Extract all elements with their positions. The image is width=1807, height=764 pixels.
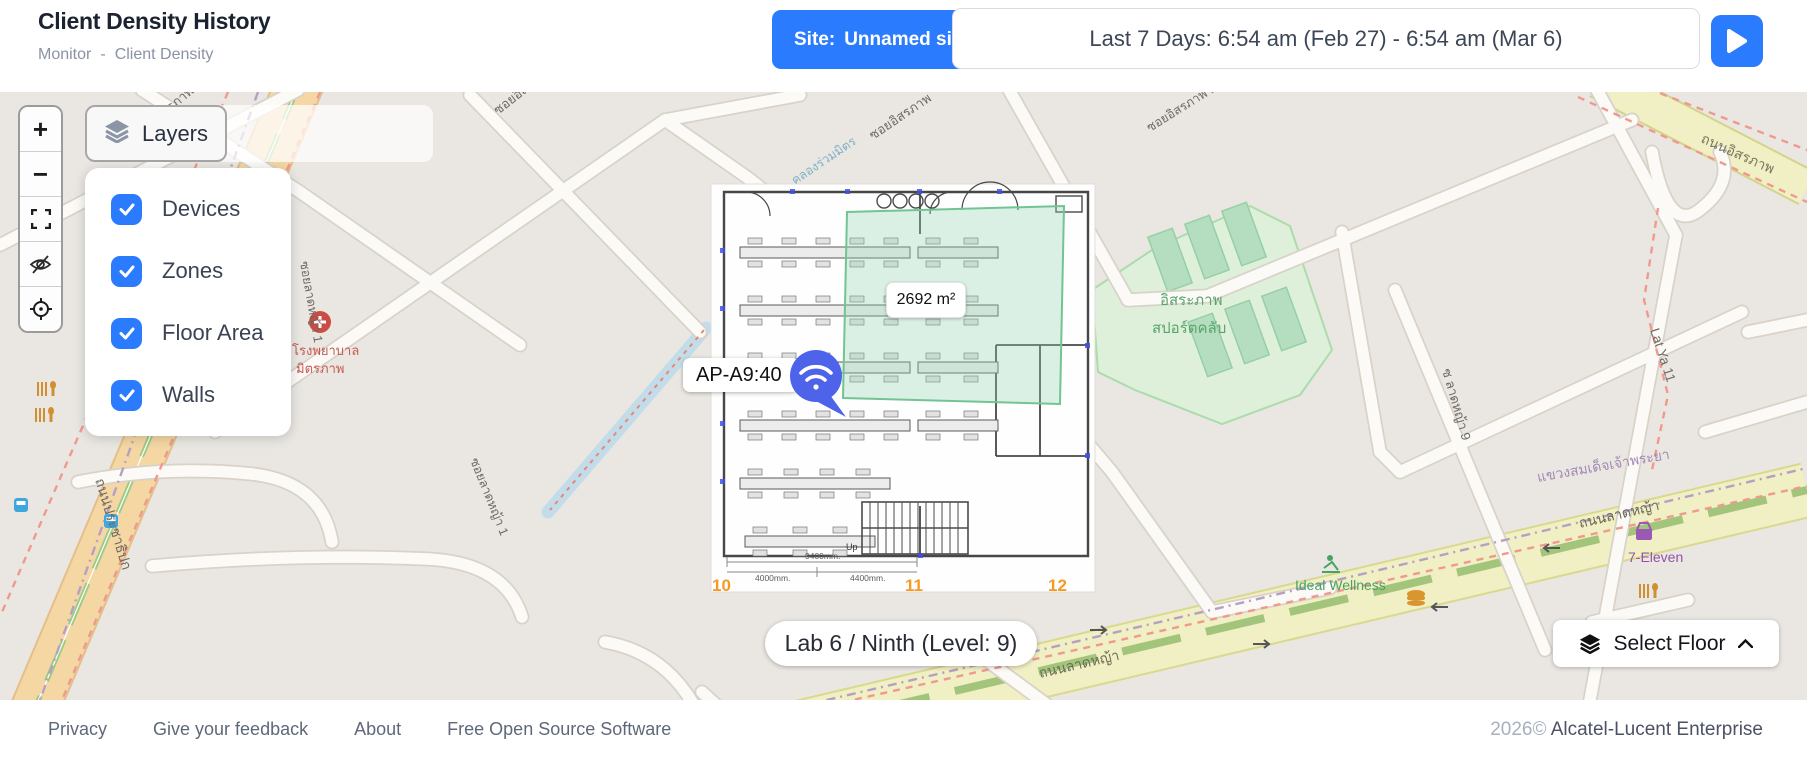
date-range-picker[interactable]: Last 7 Days: 6:54 am (Feb 27) - 6:54 am … [952, 8, 1700, 69]
layers-button-label: Layers [142, 121, 208, 147]
date-range-text: Last 7 Days: 6:54 am (Feb 27) - 6:54 am … [1089, 26, 1562, 52]
current-floor-label: Lab 6 / Ninth (Level: 9) [765, 621, 1037, 666]
grid-number: 12 [1048, 576, 1067, 595]
play-icon [1726, 28, 1748, 54]
about-link[interactable]: About [354, 719, 401, 740]
fastfood-icon [1407, 590, 1425, 606]
hospital-label: โรงพยาบาล [292, 343, 359, 358]
play-button[interactable] [1711, 15, 1763, 67]
zoom-in-button[interactable]: + [20, 107, 61, 152]
layers-icon [104, 119, 130, 149]
privacy-link[interactable]: Privacy [48, 719, 107, 740]
zoom-out-button[interactable]: − [20, 152, 61, 197]
layer-toggle-floor-area[interactable]: Floor Area [111, 318, 291, 349]
breadcrumb: Monitor - Client Density [38, 46, 213, 64]
site-label: Site: [794, 29, 835, 51]
stairs-up-label: Up [846, 542, 858, 552]
page-title: Client Density History [38, 8, 270, 35]
layer-label: Walls [162, 382, 215, 408]
eye-off-icon [29, 253, 52, 276]
zone-area-label: 2692 m² [886, 282, 966, 318]
current-floor-text: Lab 6 / Ninth (Level: 9) [785, 630, 1018, 657]
site-value: Unnamed site [844, 29, 969, 51]
poi-label: Ideal Wellness [1295, 577, 1386, 593]
breadcrumb-separator: - [100, 46, 105, 64]
ap-name: AP-A9:40 [696, 364, 782, 387]
checkbox-checked-icon[interactable] [111, 194, 142, 225]
fullscreen-button[interactable] [20, 197, 61, 242]
chevron-up-icon [1738, 639, 1753, 648]
crosshair-icon [29, 297, 53, 321]
park-label: อิสระภาพ [1160, 292, 1222, 309]
layer-label: Zones [162, 258, 223, 284]
copyright: 2026© Alcatel-Lucent Enterprise [1490, 719, 1763, 741]
layer-toggle-walls[interactable]: Walls [111, 380, 291, 411]
breadcrumb-page: Client Density [115, 46, 214, 64]
grid-number: 10 [712, 576, 731, 595]
breadcrumb-section: Monitor [38, 46, 91, 64]
layer-label: Devices [162, 196, 240, 222]
access-point-marker[interactable] [786, 345, 858, 425]
feedback-link[interactable]: Give your feedback [153, 719, 308, 740]
footer-links: Privacy Give your feedback About Free Op… [0, 719, 671, 740]
poi-label: 7-Eleven [1628, 549, 1683, 565]
select-floor-label: Select Floor [1613, 632, 1725, 656]
grid-number: 11 [905, 576, 923, 595]
hide-overlays-button[interactable] [20, 242, 61, 287]
copyright-owner: Alcatel-Lucent Enterprise [1551, 719, 1763, 740]
dimension-label: 4000mm. [755, 573, 790, 583]
copyright-year: 2026© [1490, 719, 1546, 740]
floors-icon [1579, 633, 1601, 654]
dimension-label: 9400mm. [805, 551, 840, 561]
ap-tooltip: AP-A9:40 [683, 358, 799, 392]
hospital-label: มิตรภาพ [296, 361, 344, 376]
layer-label: Floor Area [162, 320, 264, 346]
checkbox-checked-icon[interactable] [111, 380, 142, 411]
locate-button[interactable] [20, 287, 61, 331]
minus-icon: − [33, 159, 48, 190]
layers-panel: Devices Zones Floor Area Walls [85, 168, 291, 436]
park-label: สปอร์ตคลับ [1152, 320, 1226, 337]
layer-toggle-zones[interactable]: Zones [111, 256, 291, 287]
checkbox-checked-icon[interactable] [111, 256, 142, 287]
layers-button[interactable]: Layers [85, 105, 227, 162]
page-header: Client Density History Monitor - Client … [0, 0, 1807, 92]
zone-area-value: 2692 m² [897, 291, 956, 309]
foss-link[interactable]: Free Open Source Software [447, 719, 671, 740]
plus-icon: + [33, 114, 48, 145]
layer-toggle-devices[interactable]: Devices [111, 194, 291, 225]
page-footer: Privacy Give your feedback About Free Op… [0, 700, 1807, 759]
dimension-label: 4400mm. [850, 573, 885, 583]
select-floor-button[interactable]: Select Floor [1553, 620, 1779, 667]
checkbox-checked-icon[interactable] [111, 318, 142, 349]
map-controls: + − [18, 105, 63, 333]
fullscreen-icon [31, 209, 51, 229]
